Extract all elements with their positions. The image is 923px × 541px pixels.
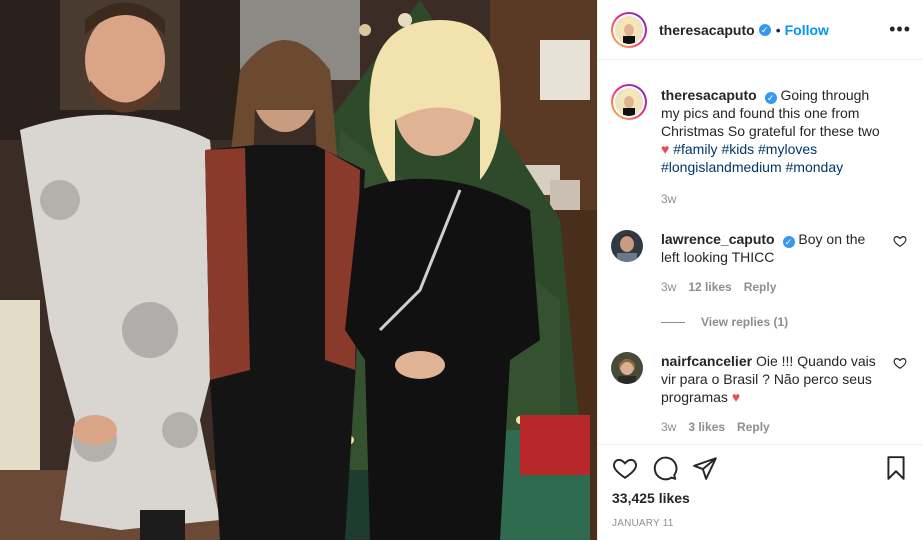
follow-button[interactable]: Follow [785, 22, 829, 38]
instagram-post-view: theresacaputo ✓ • Follow ••• theresacapu… [0, 0, 923, 540]
caption-avatar[interactable] [611, 84, 647, 120]
comment-meta: 3w 12 likes Reply [661, 278, 883, 296]
comment-meta: 3w 3 likes Reply [661, 418, 883, 436]
caption-time[interactable]: 3w [661, 190, 676, 208]
verified-badge-icon: ✓ [764, 92, 777, 104]
post-date[interactable]: JANUARY 11 [612, 518, 673, 529]
author-username[interactable]: theresacaputo [659, 22, 755, 38]
separator-dot: • [775, 21, 781, 38]
like-heart-icon[interactable] [612, 455, 638, 481]
reply-button[interactable]: Reply [744, 278, 777, 296]
comment-likes[interactable]: 3 likes [688, 418, 725, 436]
commenter-avatar[interactable] [611, 352, 643, 384]
comment-time[interactable]: 3w [661, 418, 676, 436]
replies-divider-line [661, 321, 685, 323]
comment-bubble-icon[interactable] [652, 455, 678, 481]
post-photo-illustration [0, 0, 597, 540]
comment-body: nairfcancelier Oie !!! Quando vais vir p… [661, 352, 883, 436]
comment-like-heart-icon[interactable] [893, 356, 907, 370]
caption-hashtags[interactable]: #family #kids #myloves [673, 141, 817, 157]
post-details-panel: theresacaputo ✓ • Follow ••• theresacapu… [597, 0, 923, 540]
post-actions: 33,425 likes JANUARY 11 [598, 444, 923, 541]
caption-hashtags-2[interactable]: #longislandmedium #monday [661, 159, 843, 175]
save-bookmark-icon[interactable] [883, 455, 909, 481]
comment-body: lawrence_caputo ✓ Boy on the left lookin… [661, 230, 883, 296]
avatar-photo [615, 15, 643, 44]
comment-username[interactable]: nairfcancelier [661, 353, 752, 369]
comment-like-heart-icon[interactable] [893, 234, 907, 248]
comment-item: nairfcancelier Oie !!! Quando vais vir p… [611, 352, 907, 436]
caption: theresacaputo ✓ Going through my pics an… [611, 84, 907, 208]
caption-username[interactable]: theresacaputo [661, 87, 757, 103]
verified-badge-icon: ✓ [758, 23, 771, 36]
likes-count[interactable]: 33,425 likes [612, 490, 690, 506]
red-heart-emoji-icon: ♥ [731, 389, 741, 405]
comment-item: lawrence_caputo ✓ Boy on the left lookin… [611, 230, 907, 296]
share-paper-plane-icon[interactable] [692, 455, 718, 481]
red-heart-emoji-icon: ♥ [661, 141, 670, 157]
more-options-icon[interactable]: ••• [889, 19, 911, 40]
view-replies-button[interactable]: View replies (1) [661, 315, 788, 329]
comments-list: theresacaputo ✓ Going through my pics an… [598, 60, 923, 444]
post-header: theresacaputo ✓ • Follow ••• [598, 0, 923, 60]
commenter-avatar[interactable] [611, 230, 643, 262]
caption-avatar-photo [615, 88, 643, 116]
comment-time[interactable]: 3w [661, 278, 676, 296]
caption-meta: 3w [661, 190, 883, 208]
view-replies-label: View replies (1) [701, 315, 789, 329]
verified-badge-icon: ✓ [782, 236, 795, 248]
comment-likes[interactable]: 12 likes [688, 278, 731, 296]
comment-username[interactable]: lawrence_caputo [661, 231, 775, 247]
action-icons [612, 455, 909, 483]
reply-button[interactable]: Reply [737, 418, 770, 436]
commenter-avatar-photo [611, 230, 643, 262]
commenter-avatar-photo [611, 352, 643, 384]
caption-body: theresacaputo ✓ Going through my pics an… [661, 86, 883, 208]
post-photo[interactable] [0, 0, 597, 540]
author-avatar[interactable] [611, 11, 647, 48]
